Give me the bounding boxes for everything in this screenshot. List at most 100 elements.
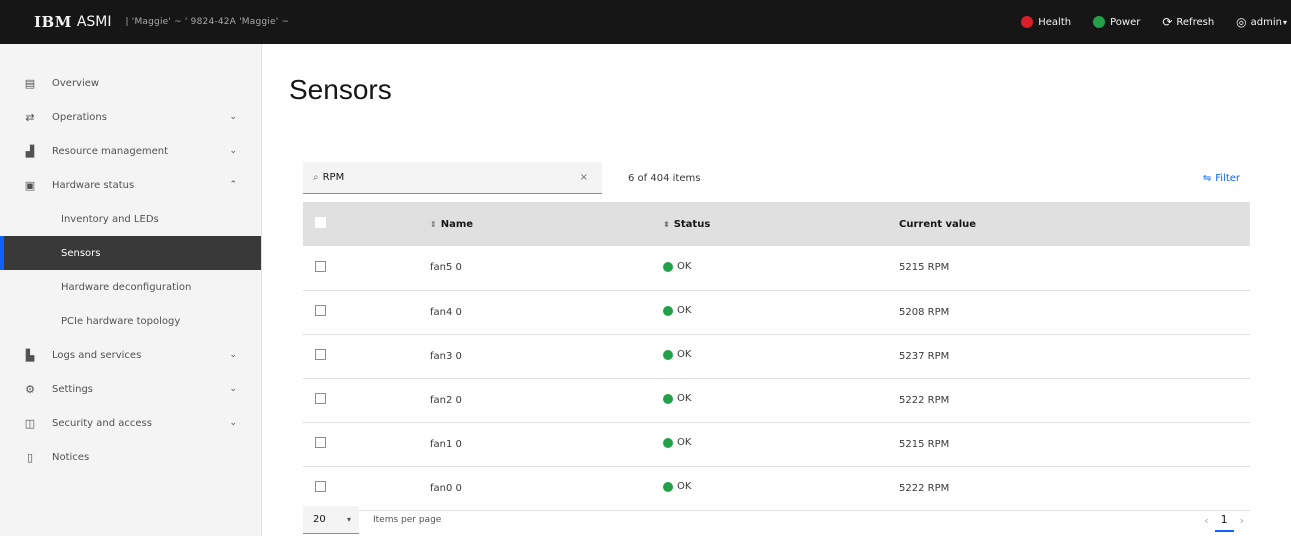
pagination: 20 ▾ Items per page ‹ 1 › xyxy=(303,504,1250,536)
sensor-value: 5208 RPM xyxy=(899,290,1250,335)
table-row: fan1 0 OK 5215 RPM xyxy=(303,422,1250,467)
app-name: ASMI xyxy=(76,14,112,30)
sidebar-item-label: Logs and services xyxy=(52,349,142,361)
sidebar-item-label: Notices xyxy=(52,451,90,463)
security-icon: ◫ xyxy=(24,416,36,430)
filter-label: Filter xyxy=(1215,172,1240,184)
search-value: RPM xyxy=(322,172,345,183)
row-checkbox[interactable] xyxy=(315,481,326,492)
success-icon xyxy=(663,349,673,360)
chevron-down-icon: ⌄ xyxy=(229,112,237,122)
table-row: fan4 0 OK 5208 RPM xyxy=(303,290,1250,335)
sidebar-item-logs[interactable]: ▙ Logs and services ⌄ xyxy=(0,338,261,372)
chevron-down-icon: ▾ xyxy=(1282,17,1287,27)
next-page-icon[interactable]: › xyxy=(1234,514,1250,527)
status-badge: OK xyxy=(663,305,691,316)
sidebar-item-resource-management[interactable]: ▟ Resource management ⌄ xyxy=(0,134,261,168)
sidebar-item-label: Overview xyxy=(52,77,100,89)
sidebar-item-pcie-topology[interactable]: PCIe hardware topology xyxy=(0,304,261,338)
server-info: | 'Maggie' ~ ' 9824-42A 'Maggie' ~ xyxy=(125,17,290,27)
sidebar-item-security[interactable]: ◫ Security and access ⌄ xyxy=(0,406,261,440)
power-status-icon xyxy=(1093,16,1106,28)
status-badge: OK xyxy=(663,393,691,404)
sensor-name: fan4 0 xyxy=(430,290,663,335)
sidebar-nav: ▤ Overview ⇄ Operations ⌄ ▟ Resource man… xyxy=(0,44,262,536)
filter-button[interactable]: ⇋ Filter xyxy=(1203,173,1240,184)
health-label: Health xyxy=(1038,16,1072,28)
table-row: fan2 0 OK 5222 RPM xyxy=(303,378,1250,423)
success-icon xyxy=(663,481,673,492)
success-icon xyxy=(663,393,673,404)
sensor-name: fan1 0 xyxy=(430,422,663,467)
health-status-icon xyxy=(1021,16,1034,28)
filter-icon: ⇋ xyxy=(1202,172,1212,184)
sensors-table: ⇕ Name ⬍ Status Current value fan5 0 OK 52… xyxy=(303,202,1250,511)
power-label: Power xyxy=(1110,16,1141,28)
clear-search-icon[interactable]: × xyxy=(580,172,588,183)
sidebar-item-label: Security and access xyxy=(52,417,152,429)
row-checkbox[interactable] xyxy=(315,260,326,272)
table-row: fan5 0 OK 5215 RPM xyxy=(303,246,1250,291)
sidebar-item-settings[interactable]: ⚙ Settings ⌄ xyxy=(0,372,261,406)
sensor-name: fan2 0 xyxy=(430,378,663,423)
sidebar-item-notices[interactable]: ▯ Notices xyxy=(0,440,261,474)
success-icon xyxy=(663,305,673,316)
chevron-up-icon: ⌃ xyxy=(229,180,237,190)
top-header: IBM ASMI | 'Maggie' ~ ' 9824-42A 'Maggie… xyxy=(0,0,1291,44)
chevron-down-icon: ⌄ xyxy=(229,146,237,156)
sort-icon: ⇕ xyxy=(430,219,437,229)
sensor-value: 5222 RPM xyxy=(899,378,1250,423)
sidebar-item-operations[interactable]: ⇄ Operations ⌄ xyxy=(0,100,261,134)
sidebar-item-label: Settings xyxy=(52,383,94,395)
sensor-name: fan5 0 xyxy=(430,246,663,291)
brand[interactable]: IBM ASMI | 'Maggie' ~ ' 9824-42A 'Maggie… xyxy=(0,0,289,44)
sidebar-item-sensors[interactable]: Sensors xyxy=(0,236,261,270)
column-header-current-value: Current value xyxy=(899,202,1250,246)
refresh-button[interactable]: ⟳ Refresh xyxy=(1162,15,1214,29)
sidebar-item-overview[interactable]: ▤ Overview xyxy=(0,66,261,100)
items-per-page-value: 20 xyxy=(313,514,326,525)
status-badge: OK xyxy=(663,349,691,360)
row-checkbox[interactable] xyxy=(315,393,326,404)
sidebar-item-label: Operations xyxy=(52,111,107,123)
sensor-value: 5215 RPM xyxy=(899,422,1250,467)
hardware-icon: ▣ xyxy=(24,178,36,192)
header-actions: Health Power ⟳ Refresh ◎ admin ▾ xyxy=(999,0,1291,44)
sidebar-item-label: Resource management xyxy=(52,145,169,157)
chevron-down-icon: ⌄ xyxy=(229,350,237,360)
select-all-cell xyxy=(303,202,430,246)
page-navigation: ‹ 1 › xyxy=(1198,509,1250,532)
sidebar-item-hardware-deconfiguration[interactable]: Hardware deconfiguration xyxy=(0,270,261,304)
items-per-page-label: Items per page xyxy=(373,515,442,525)
previous-page-icon[interactable]: ‹ xyxy=(1198,514,1214,527)
success-icon xyxy=(663,261,673,272)
table-header-row: ⇕ Name ⬍ Status Current value xyxy=(303,202,1250,246)
sensor-name: fan3 0 xyxy=(430,334,663,379)
items-per-page-select[interactable]: 20 ▾ xyxy=(303,506,359,534)
settings-icon: ⚙ xyxy=(25,382,35,396)
table-toolbar: ⌕ RPM × 6 of 404 items ⇋ Filter xyxy=(303,158,1250,198)
user-label: admin xyxy=(1250,16,1282,28)
page-number-button[interactable]: 1 xyxy=(1214,509,1234,532)
select-all-checkbox[interactable] xyxy=(315,217,326,228)
status-badge: OK xyxy=(663,481,691,492)
sensor-value: 5237 RPM xyxy=(899,334,1250,379)
main-content: Sensors ⌕ RPM × 6 of 404 items ⇋ Filter … xyxy=(263,44,1291,536)
user-menu-button[interactable]: ◎ admin ▾ xyxy=(1236,15,1287,29)
search-input[interactable]: ⌕ RPM × xyxy=(303,162,602,194)
operations-icon: ⇄ xyxy=(25,110,35,124)
status-badge: OK xyxy=(663,261,691,272)
sidebar-item-inventory[interactable]: Inventory and LEDs xyxy=(0,202,261,236)
row-checkbox[interactable] xyxy=(315,437,326,448)
row-checkbox[interactable] xyxy=(315,305,326,316)
column-header-name[interactable]: ⇕ Name xyxy=(430,202,663,246)
user-avatar-icon: ◎ xyxy=(1236,15,1247,29)
column-header-status[interactable]: ⬍ Status xyxy=(663,202,899,246)
row-checkbox[interactable] xyxy=(315,349,326,360)
health-status-button[interactable]: Health xyxy=(1021,16,1071,28)
table-row: fan3 0 OK 5237 RPM xyxy=(303,334,1250,379)
ibm-logo: IBM xyxy=(34,13,72,31)
power-status-button[interactable]: Power xyxy=(1093,16,1140,28)
sidebar-item-hardware-status[interactable]: ▣ Hardware status ⌃ xyxy=(0,168,261,202)
chevron-down-icon: ⌄ xyxy=(229,418,237,428)
